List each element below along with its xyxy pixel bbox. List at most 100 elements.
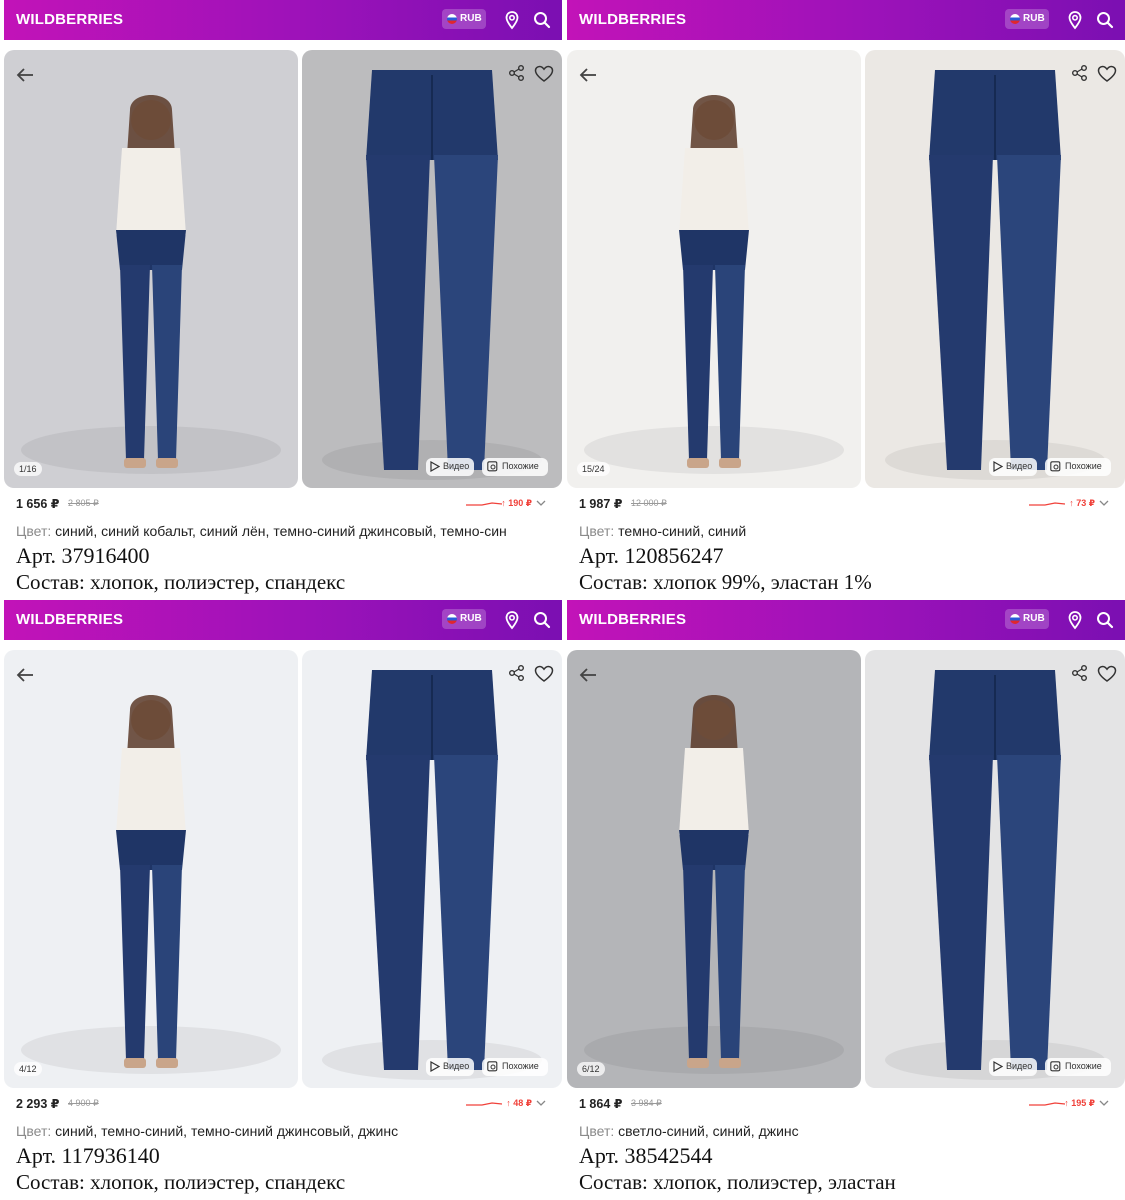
current-price: 1 987 ₽ (579, 497, 623, 511)
product-photo-secondary[interactable] (865, 50, 1125, 488)
price-delta[interactable]: ↑ 195 ₽ (1064, 1098, 1095, 1109)
model-photo (4, 650, 298, 1088)
old-price: 3 984 ₽ (631, 1098, 662, 1108)
video-button[interactable]: Видео (989, 458, 1037, 476)
video-button-label: Видео (443, 461, 470, 471)
product-panel-4: WILDBERRIES RUB 6/12 Видео Похожие 1 864… (563, 600, 1125, 1200)
location-pin-icon[interactable] (1065, 610, 1085, 630)
price-delta[interactable]: ↑ 73 ₽ (1069, 498, 1095, 509)
heart-icon[interactable] (1097, 64, 1117, 84)
price-row: 1 987 ₽ 12 000 ₽ ↑ 73 ₽ (579, 496, 1109, 512)
currency-button[interactable]: RUB (1005, 9, 1049, 29)
video-button[interactable]: Видео (989, 1058, 1037, 1076)
share-icon[interactable] (1071, 664, 1089, 682)
color-value: синий, синий кобальт, синий лён, темно-с… (55, 523, 507, 539)
video-button-label: Видео (443, 1061, 470, 1071)
product-gallery[interactable]: 6/12 Видео Похожие (567, 650, 1125, 1088)
product-photo-secondary[interactable] (302, 50, 562, 488)
similar-search-icon (1050, 1061, 1061, 1072)
product-gallery[interactable]: 4/12 Видео Похожие (4, 650, 562, 1088)
back-arrow-icon[interactable] (14, 664, 36, 686)
price-trend-line-icon (1029, 1102, 1065, 1106)
location-pin-icon[interactable] (1065, 10, 1085, 30)
price-row: 1 864 ₽ 3 984 ₽ ↑ 195 ₽ (579, 1096, 1109, 1112)
currency-button[interactable]: RUB (442, 9, 486, 29)
product-gallery[interactable]: 15/24 Видео Похожие (567, 50, 1125, 488)
color-label: Цвет: (16, 1123, 52, 1139)
similar-button-label: Похожие (1065, 461, 1102, 471)
search-icon[interactable] (532, 10, 552, 30)
color-line: Цвет: синий, темно-синий, темно-синий дж… (16, 1123, 556, 1139)
heart-icon[interactable] (1097, 664, 1117, 684)
similar-button-label: Похожие (502, 1061, 539, 1071)
location-pin-icon[interactable] (502, 10, 522, 30)
heart-icon[interactable] (534, 664, 554, 684)
old-price: 4 900 ₽ (68, 1098, 99, 1108)
similar-button-label: Похожие (1065, 1061, 1102, 1071)
location-pin-icon[interactable] (502, 610, 522, 630)
similar-button[interactable]: Похожие (482, 458, 548, 476)
product-photo-main[interactable] (4, 50, 298, 488)
search-icon[interactable] (1095, 10, 1115, 30)
play-icon (430, 1061, 440, 1072)
search-icon[interactable] (532, 610, 552, 630)
chevron-down-icon[interactable] (536, 1099, 546, 1107)
top-bar: WILDBERRIES RUB (567, 600, 1125, 640)
russia-flag-icon (447, 614, 457, 624)
wildberries-logo[interactable]: WILDBERRIES (16, 11, 123, 28)
video-button-label: Видео (1006, 1061, 1033, 1071)
russia-flag-icon (1010, 14, 1020, 24)
back-arrow-icon[interactable] (14, 64, 36, 86)
chevron-down-icon[interactable] (536, 499, 546, 507)
currency-button[interactable]: RUB (1005, 609, 1049, 629)
similar-button[interactable]: Похожие (1045, 1058, 1111, 1076)
color-value: темно-синий, синий (618, 523, 747, 539)
product-photo-secondary[interactable] (865, 650, 1125, 1088)
price-delta[interactable]: ↑ 190 ₽ (501, 498, 532, 509)
back-arrow-icon[interactable] (577, 64, 599, 86)
price-trend-line-icon (466, 502, 502, 506)
search-icon[interactable] (1095, 610, 1115, 630)
video-button[interactable]: Видео (426, 1058, 474, 1076)
top-bar: WILDBERRIES RUB (4, 0, 562, 40)
wildberries-logo[interactable]: WILDBERRIES (579, 611, 686, 628)
heart-icon[interactable] (534, 64, 554, 84)
similar-search-icon (487, 1061, 498, 1072)
wildberries-logo[interactable]: WILDBERRIES (579, 11, 686, 28)
price-row: 1 656 ₽ 2 805 ₽ ↑ 190 ₽ (16, 496, 546, 512)
currency-label: RUB (1023, 613, 1045, 624)
video-button[interactable]: Видео (426, 458, 474, 476)
price-delta[interactable]: ↑ 48 ₽ (506, 1098, 532, 1109)
wildberries-logo[interactable]: WILDBERRIES (16, 611, 123, 628)
back-arrow-icon[interactable] (577, 664, 599, 686)
share-icon[interactable] (508, 64, 526, 82)
color-label: Цвет: (579, 1123, 615, 1139)
article-number: Арт. 120856247 (579, 543, 724, 568)
product-photo-main[interactable] (567, 50, 861, 488)
chevron-down-icon[interactable] (1099, 1099, 1109, 1107)
color-value: синий, темно-синий, темно-синий джинсовы… (55, 1123, 399, 1139)
share-icon[interactable] (1071, 64, 1089, 82)
currency-label: RUB (460, 613, 482, 624)
model-photo (865, 50, 1125, 488)
product-photo-secondary[interactable] (302, 650, 562, 1088)
price-trend-line-icon (1029, 502, 1065, 506)
product-gallery[interactable]: 1/16 Видео Похожие (4, 50, 562, 488)
similar-button-label: Похожие (502, 461, 539, 471)
composition: Состав: хлопок 99%, эластан 1% (579, 570, 872, 594)
similar-button[interactable]: Похожие (482, 1058, 548, 1076)
product-photo-main[interactable] (4, 650, 298, 1088)
currency-button[interactable]: RUB (442, 609, 486, 629)
model-photo (865, 650, 1125, 1088)
similar-button[interactable]: Похожие (1045, 458, 1111, 476)
play-icon (430, 461, 440, 472)
price-row: 2 293 ₽ 4 900 ₽ ↑ 48 ₽ (16, 1096, 546, 1112)
product-panel-1: WILDBERRIES RUB 1/16 Видео Похожие 1 656… (0, 0, 562, 600)
model-photo (4, 50, 298, 488)
product-photo-main[interactable] (567, 650, 861, 1088)
photo-counter: 4/12 (14, 1062, 42, 1076)
share-icon[interactable] (508, 664, 526, 682)
current-price: 2 293 ₽ (16, 1097, 60, 1111)
chevron-down-icon[interactable] (1099, 499, 1109, 507)
top-bar: WILDBERRIES RUB (4, 600, 562, 640)
